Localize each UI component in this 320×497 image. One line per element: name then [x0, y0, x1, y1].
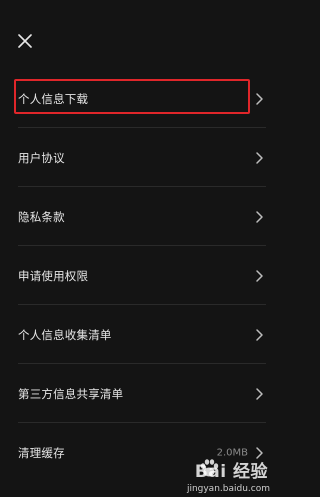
menu-item-clear-cache[interactable]: 清理缓存 2.0MB	[0, 423, 278, 482]
chevron-right-icon	[256, 446, 263, 459]
menu-item-privacy-terms[interactable]: 隐私条款	[0, 187, 278, 246]
menu-item-label: 隐私条款	[18, 209, 65, 224]
menu-item-label: 申请使用权限	[18, 268, 89, 283]
menu-item-info-collection-list[interactable]: 个人信息收集清单	[0, 305, 278, 364]
menu-item-personal-info-download[interactable]: 个人信息下载	[0, 69, 278, 128]
chevron-right-icon	[256, 92, 263, 105]
menu-item-label: 个人信息下载	[18, 91, 89, 106]
menu-item-label: 第三方信息共享清单	[18, 386, 124, 401]
watermark-domain: jingyan.baidu.com	[186, 484, 270, 494]
menu-item-permissions[interactable]: 申请使用权限	[0, 246, 278, 305]
chevron-right-icon	[256, 151, 263, 164]
menu-item-label: 清理缓存	[18, 445, 65, 460]
chevron-right-icon	[256, 387, 263, 400]
settings-menu: 个人信息下载 用户协议 隐私条款 申请使用权限 个人信息收集清单 第三方信息共享…	[0, 69, 278, 482]
chevron-right-icon	[256, 269, 263, 282]
menu-item-third-party-sharing-list[interactable]: 第三方信息共享清单	[0, 364, 278, 423]
menu-item-label: 个人信息收集清单	[18, 327, 112, 342]
close-button[interactable]	[14, 30, 36, 52]
cache-size-value: 2.0MB	[216, 447, 248, 458]
chevron-right-icon	[256, 328, 263, 341]
close-icon	[18, 34, 32, 48]
menu-item-user-agreement[interactable]: 用户协议	[0, 128, 278, 187]
chevron-right-icon	[256, 210, 263, 223]
menu-item-label: 用户协议	[18, 150, 65, 165]
